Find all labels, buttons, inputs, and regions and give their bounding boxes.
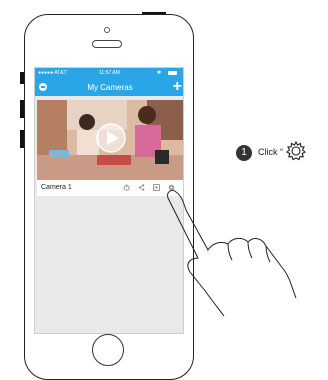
camera-thumbnail[interactable] — [37, 100, 183, 180]
battery-icon — [168, 71, 177, 75]
front-camera — [104, 27, 110, 33]
page-title: My Cameras — [87, 83, 133, 92]
share-icon[interactable] — [138, 184, 145, 191]
power-icon[interactable] — [123, 184, 130, 191]
gear-icon — [286, 140, 306, 161]
carrier-label: ●●●●● AT&T — [38, 70, 67, 76]
instruction-text: Click “ — [258, 147, 283, 157]
clock-label: 11:57 AM — [99, 70, 120, 76]
camera-name-label: Camera 1 — [41, 184, 72, 191]
playback-icon[interactable] — [153, 184, 160, 191]
step-number-badge: 1 — [236, 145, 252, 161]
hand-pointer-illustration — [167, 189, 297, 317]
status-bar: ●●●●● AT&T 11:57 AM ✱ — [35, 68, 183, 79]
add-camera-button[interactable]: + — [173, 78, 182, 95]
bluetooth-icon: ✱ — [157, 70, 162, 76]
play-icon[interactable] — [95, 122, 127, 154]
nav-bar: My Cameras + — [35, 78, 183, 96]
earpiece-speaker — [92, 40, 122, 48]
home-button[interactable] — [92, 334, 124, 366]
